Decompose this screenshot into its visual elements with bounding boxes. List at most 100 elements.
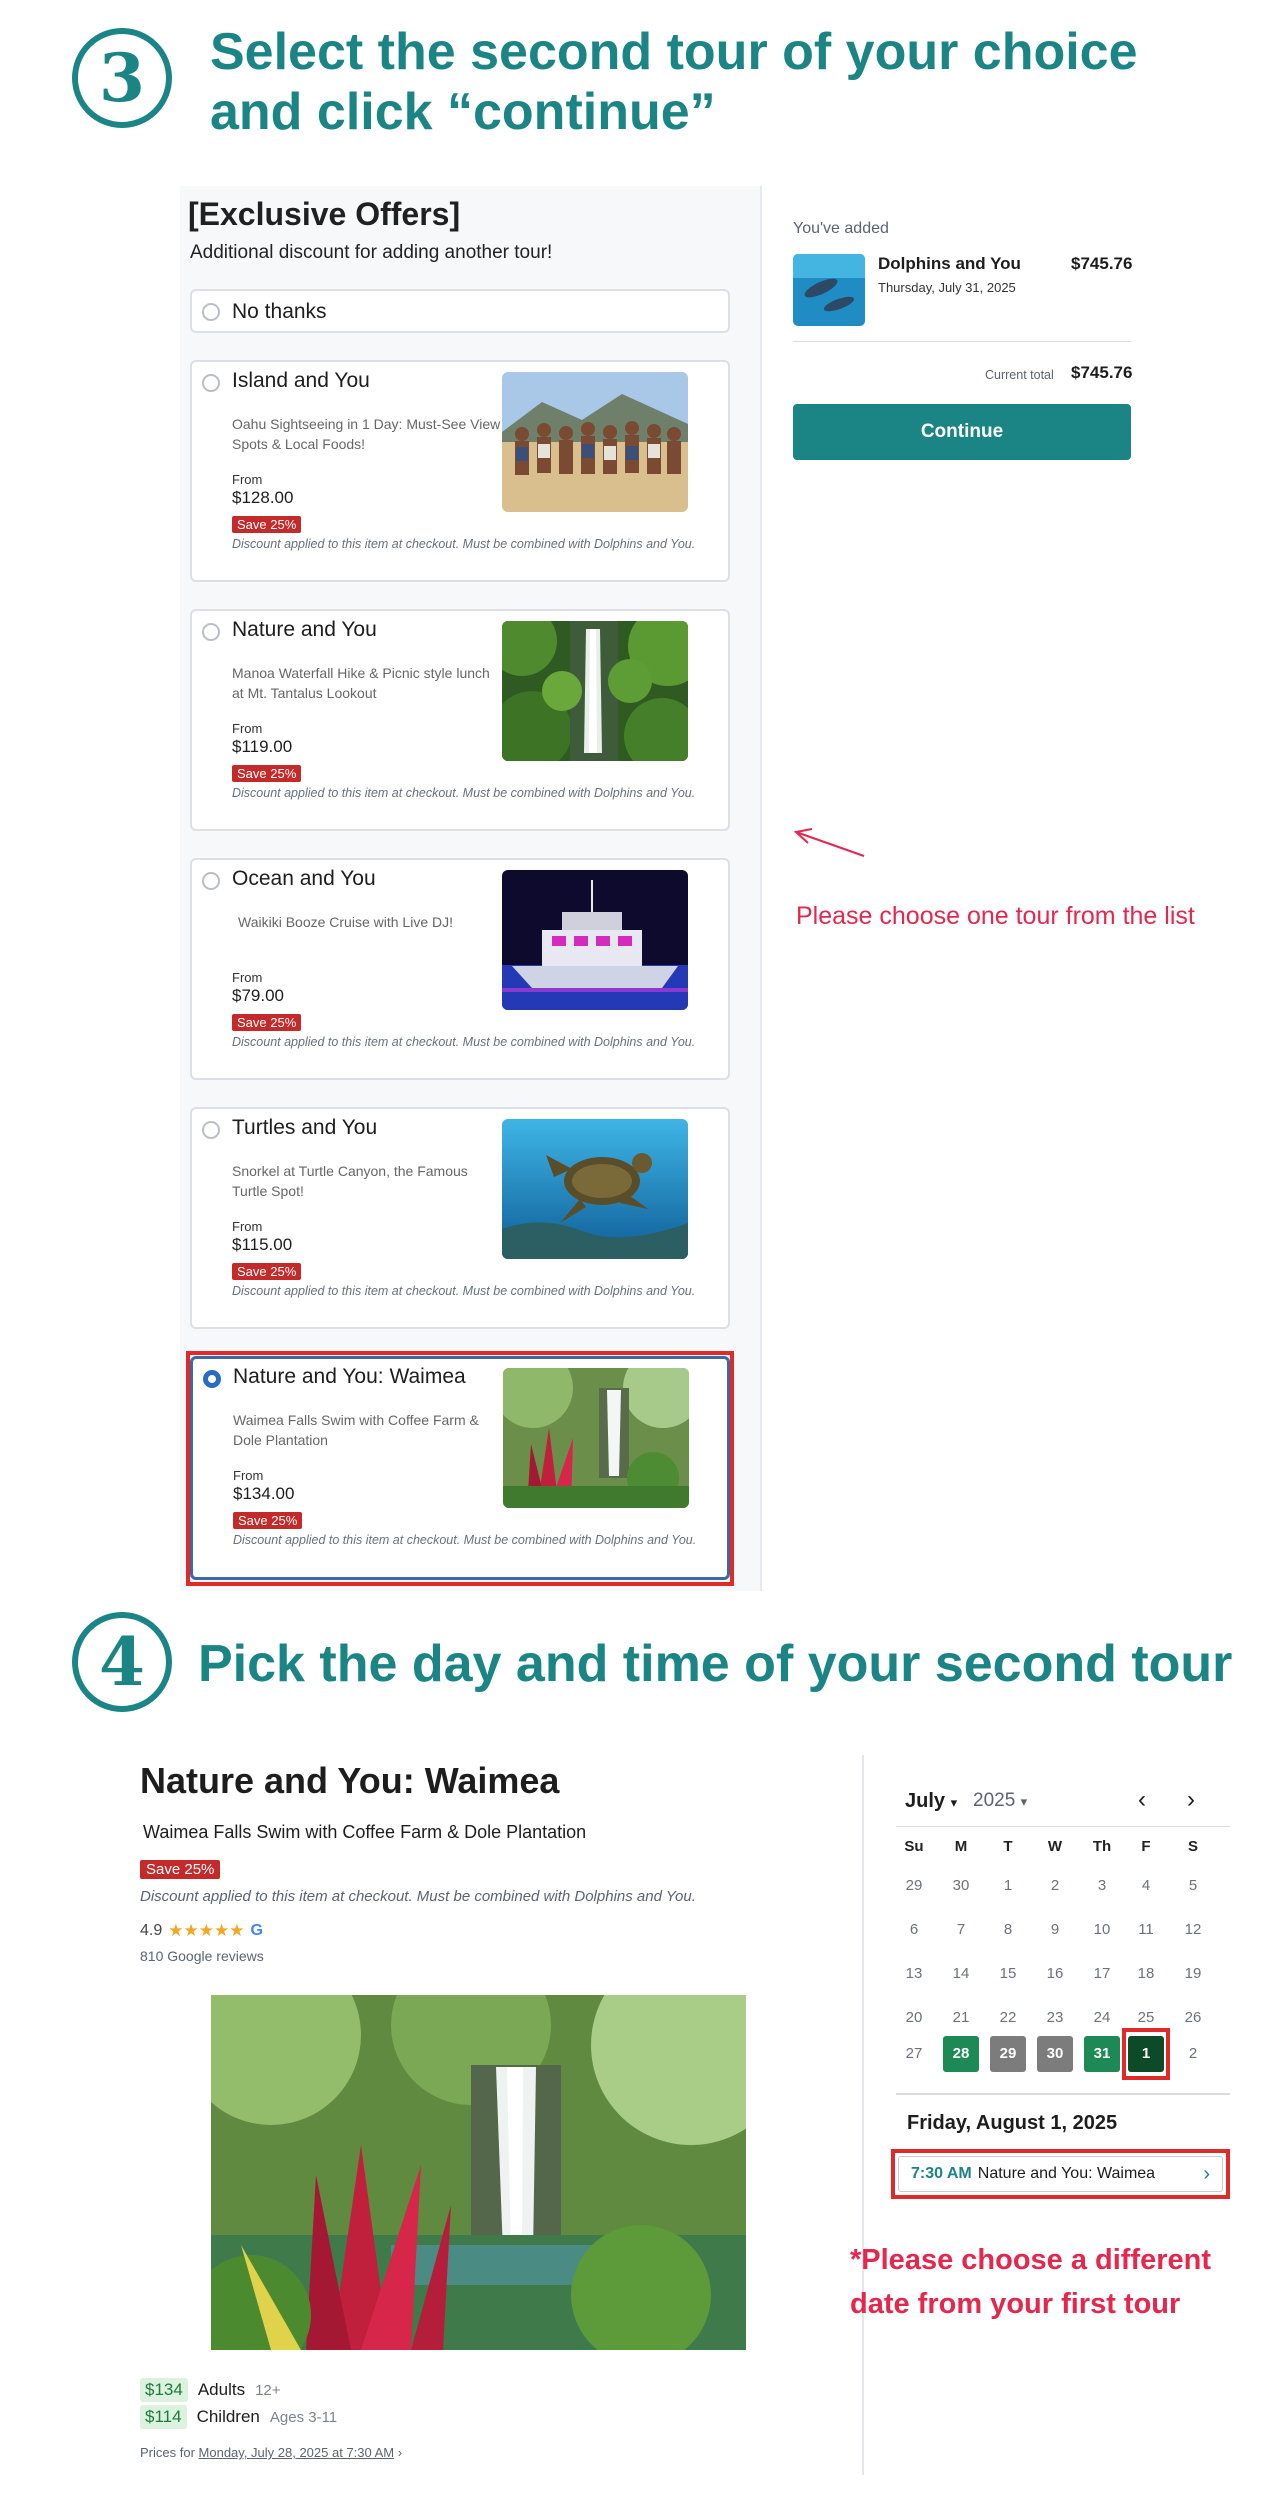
star-rating-icon: ★★★★★ [168, 1921, 245, 1940]
step-3-title: Select the second tour of your choice an… [210, 22, 1138, 142]
calendar-day-available[interactable]: 29 [990, 2036, 1026, 2072]
price-age: 12+ [255, 2381, 281, 2399]
calendar-day: 9 [1050, 1921, 1060, 1938]
tour-option-desc: Oahu Sightseeing in 1 Day: Must-See View… [232, 416, 501, 452]
month-select[interactable]: July ▾ [905, 1790, 957, 1813]
discount-note: Discount applied to this item at checkou… [232, 786, 696, 800]
calendar-day: 17 [1093, 1965, 1111, 1982]
calendar-day: 18 [1137, 1965, 1155, 1982]
step-4-title: Pick the day and time of your second tou… [198, 1635, 1233, 1693]
price-amount: $134 [140, 2378, 188, 2402]
calendar-day-available[interactable]: 30 [1037, 2036, 1073, 2072]
calendar-day: 29 [905, 1877, 923, 1894]
calendar-day: 19 [1184, 1965, 1202, 1982]
tour-option-nature[interactable]: Nature and You Manoa Waterfall Hike & Pi… [190, 609, 730, 831]
calendar-day: 2 [1050, 1877, 1060, 1894]
cart-total: $745.76 [1071, 363, 1133, 382]
chevron-right-icon: › [397, 2445, 403, 2460]
save-badge: Save 25% [232, 1263, 302, 1280]
no-thanks-radio[interactable] [202, 303, 220, 321]
calendar-day: 15 [999, 1965, 1017, 1982]
tour-option-name: Island and You [232, 369, 370, 392]
tour-option-photo [502, 621, 688, 761]
selected-date-label: Friday, August 1, 2025 [907, 2112, 1118, 2134]
tour-option-from: From [232, 721, 263, 736]
weekday-header: Th [1092, 1838, 1112, 1855]
save-badge: Save 25% [232, 516, 302, 533]
step-3-title-line2: and click “continue” [210, 83, 716, 141]
calendar-day: 24 [1093, 2009, 1111, 2026]
calendar-day: 10 [1093, 1921, 1111, 1938]
tour-title: Nature and You: Waimea [140, 1760, 560, 1801]
price-age: Ages 3-11 [269, 2408, 338, 2426]
calendar-day-available[interactable]: 31 [1084, 2036, 1120, 2072]
review-count[interactable]: 810 Google reviews [140, 1948, 264, 1964]
tour-option-turtles[interactable]: Turtles and You Snorkel at Turtle Canyon… [190, 1107, 730, 1329]
tour-option-price: $128.00 [232, 488, 294, 507]
year-label: 2025 [973, 1790, 1016, 1811]
cart-total-label: Current total [985, 368, 1054, 382]
discount-note: Discount applied to this item at checkou… [232, 537, 696, 551]
tour-option-name: Ocean and You [232, 867, 376, 890]
cart-label: You've added [793, 220, 889, 237]
tour-subtitle: Waimea Falls Swim with Coffee Farm & Dol… [143, 1822, 587, 1842]
calendar-day: 3 [1097, 1877, 1107, 1894]
year-select[interactable]: 2025 ▾ [973, 1790, 1027, 1812]
selected-day-highlight [1122, 2028, 1170, 2080]
tour-option-island[interactable]: Island and You Oahu Sightseeing in 1 Day… [190, 360, 730, 582]
different-date-note: *Please choose a different date from you… [850, 2244, 1212, 2320]
tour-option-desc: Manoa Waterfall Hike & Picnic style lunc… [232, 665, 490, 701]
calendar-day: 1 [1003, 1877, 1013, 1894]
tour-option-radio[interactable] [202, 1121, 220, 1139]
tour-option-radio[interactable] [202, 623, 220, 641]
cart-item-name: Dolphins and You [878, 254, 1021, 273]
prev-month-button[interactable]: ‹ [1138, 1786, 1146, 1814]
calendar-day: 27 [905, 2045, 923, 2062]
prices-for-date-link[interactable]: Monday, July 28, 2025 at 7:30 AM [199, 2445, 395, 2460]
time-slot-highlight [891, 2149, 1230, 2199]
weekday-header: M [954, 1838, 968, 1855]
save-badge: Save 25% [232, 1014, 302, 1031]
month-label: July [905, 1790, 946, 1812]
continue-button[interactable]: Continue [793, 404, 1131, 460]
calendar-day: 11 [1138, 1921, 1154, 1938]
tour-option-desc: Snorkel at Turtle Canyon, the Famous Tur… [232, 1163, 468, 1199]
discount-note: Discount applied to this item at checkou… [140, 1888, 696, 1905]
column-divider [862, 1755, 864, 2475]
calendar-day: 14 [952, 1965, 970, 1982]
weekday-header: Su [904, 1838, 924, 1855]
tour-option-from: From [232, 1219, 263, 1234]
tour-option-price: $115.00 [232, 1235, 293, 1254]
pointer-arrow-icon [793, 828, 865, 857]
price-row-children: $114 Children Ages 3-11 [140, 2405, 337, 2429]
tour-option-ocean[interactable]: Ocean and You Waikiki Booze Cruise with … [190, 858, 730, 1080]
choose-tour-hint: Please choose one tour from the list [796, 902, 1195, 930]
tour-option-from: From [232, 970, 263, 985]
tour-option-radio[interactable] [202, 374, 220, 392]
calendar-day: 26 [1184, 2009, 1202, 2026]
tour-option-price: $119.00 [232, 737, 293, 756]
no-thanks-option[interactable]: No thanks [190, 289, 730, 333]
tour-option-name: Turtles and You [232, 1116, 378, 1139]
calendar-day: 7 [956, 1921, 966, 1938]
weekday-header: F [1141, 1838, 1151, 1855]
cart-item-price: $745.76 [1071, 254, 1133, 273]
no-thanks-label: No thanks [232, 300, 327, 323]
next-month-button[interactable]: › [1187, 1786, 1195, 1814]
cart-item-photo [793, 254, 865, 326]
calendar-day: 5 [1188, 1877, 1198, 1894]
tour-option-photo [502, 870, 688, 1010]
calendar-day-available[interactable]: 28 [943, 2036, 979, 2072]
tour-option-photo [502, 372, 688, 512]
step-3-badge: 3 [72, 28, 172, 128]
calendar-day: 12 [1184, 1921, 1202, 1938]
calendar-day: 13 [905, 1965, 923, 1982]
offers-heading: [Exclusive Offers] [188, 196, 461, 232]
calendar-day: 20 [905, 2009, 923, 2026]
calendar-day: 22 [999, 2009, 1017, 2026]
tour-option-radio[interactable] [202, 872, 220, 890]
rating-value: 4.9 [140, 1922, 163, 1939]
calendar-day: 30 [952, 1877, 970, 1894]
calendar-day: 4 [1141, 1877, 1151, 1894]
price-label: Adults [197, 2380, 246, 2399]
